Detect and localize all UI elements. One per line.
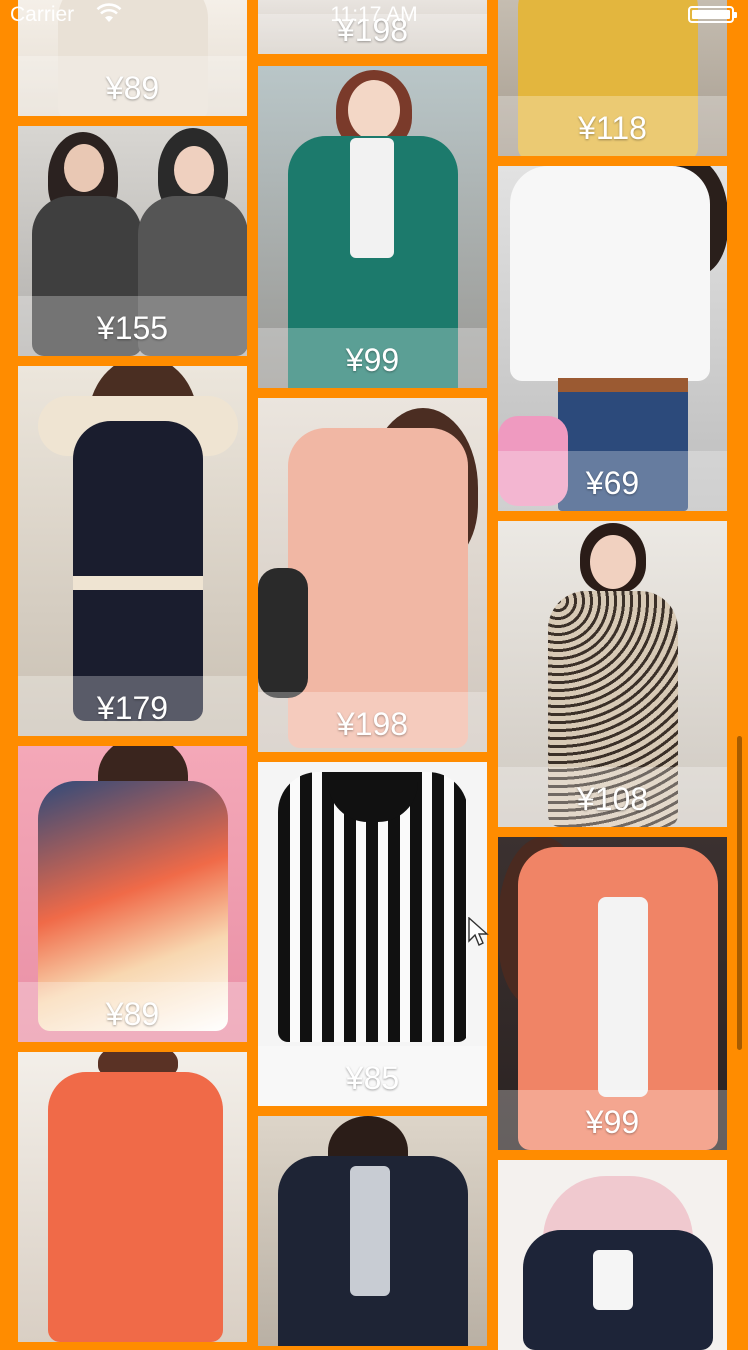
product-card[interactable]: ¥108 xyxy=(498,521,727,827)
product-card[interactable]: ¥99 xyxy=(258,66,487,388)
product-price: ¥89 xyxy=(105,996,160,1032)
product-price: ¥89 xyxy=(105,70,160,106)
status-time: 11:17 AM xyxy=(330,3,418,26)
product-price: ¥198 xyxy=(336,706,409,742)
product-card[interactable] xyxy=(258,1116,487,1346)
product-image xyxy=(258,1116,487,1346)
product-card[interactable]: ¥85 xyxy=(258,762,487,1106)
product-image xyxy=(498,1160,727,1350)
product-price: ¥118 xyxy=(578,110,647,146)
product-price: ¥179 xyxy=(96,690,169,726)
product-price: ¥85 xyxy=(345,1060,400,1096)
product-price: ¥99 xyxy=(345,342,400,378)
product-price: ¥155 xyxy=(96,310,169,346)
product-card[interactable]: ¥89 xyxy=(18,746,247,1042)
product-price: ¥99 xyxy=(585,1104,640,1140)
product-card[interactable]: ¥198 xyxy=(258,398,487,752)
product-price: ¥69 xyxy=(585,465,640,501)
product-card[interactable] xyxy=(498,1160,727,1350)
status-bar: Carrier 11:17 AM xyxy=(0,0,748,30)
battery-icon xyxy=(688,6,737,23)
product-card[interactable]: ¥69 xyxy=(498,166,727,511)
product-card[interactable] xyxy=(18,1052,247,1342)
product-card[interactable]: ¥155 xyxy=(18,126,247,356)
product-card[interactable]: ¥179 xyxy=(18,366,247,736)
product-image xyxy=(18,1052,247,1342)
scroll-indicator[interactable] xyxy=(737,736,742,1050)
product-card[interactable]: ¥99 xyxy=(498,837,727,1150)
product-price: ¥108 xyxy=(576,781,649,817)
cursor-icon xyxy=(468,917,489,946)
